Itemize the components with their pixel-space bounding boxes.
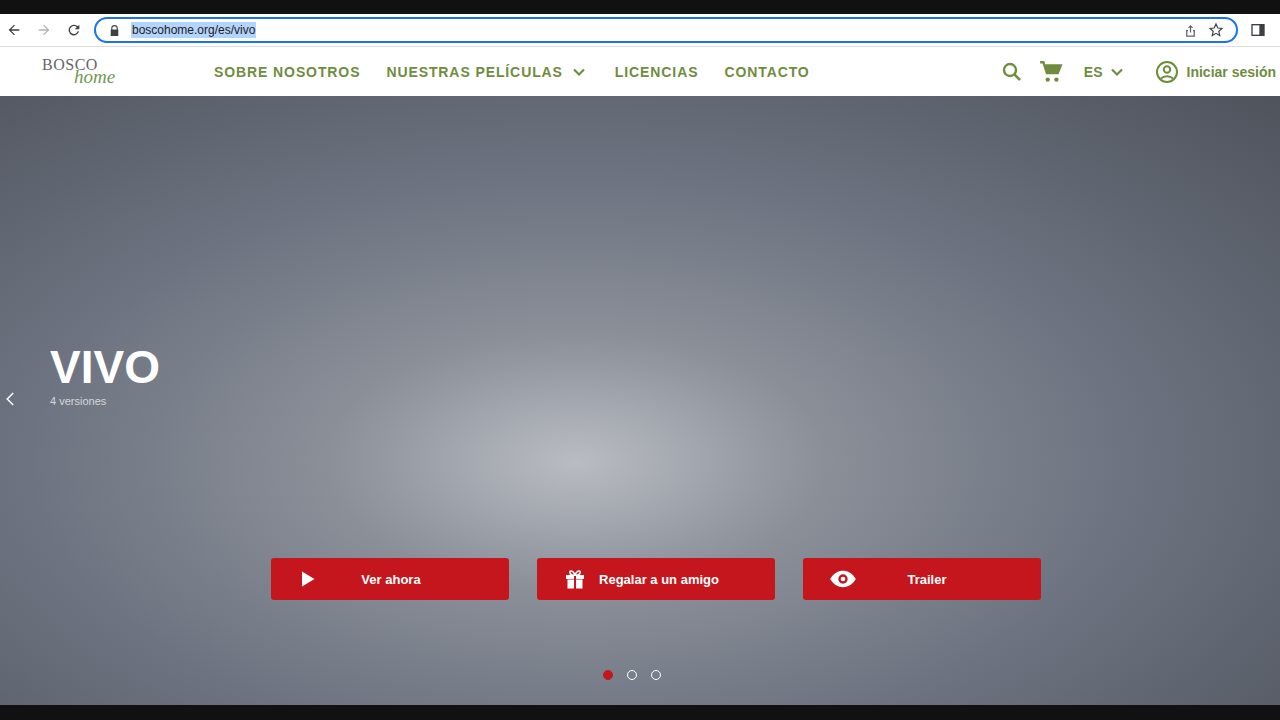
language-select[interactable]: ES — [1084, 62, 1127, 82]
cart-icon[interactable] — [1038, 59, 1064, 85]
sidebar-icon[interactable] — [1250, 22, 1266, 38]
window-bottom-strip — [0, 705, 1280, 720]
nav-item[interactable]: NUESTRAS PELÍCULAS — [386, 62, 588, 82]
nav-item[interactable]: CONTACTO — [724, 64, 809, 80]
hero-title: VIVO — [50, 342, 160, 393]
carousel-dots — [0, 670, 1280, 680]
url-text[interactable]: boscohome.org/es/vivo — [131, 22, 256, 38]
hero-subtitle: 4 versiones — [50, 395, 160, 407]
user-icon — [1155, 60, 1179, 84]
screen: boscohome.org/es/vivo BOSCO home SOBRE N… — [0, 0, 1280, 720]
carousel-dot[interactable] — [603, 670, 613, 680]
hero-buttons: Ver ahora Regalar a un amigo Trailer — [271, 558, 1041, 600]
login-link[interactable]: Iniciar sesión — [1155, 60, 1276, 84]
site-header: BOSCO home SOBRE NOSOTROS NUESTRAS PELÍC… — [0, 47, 1280, 96]
reload-icon[interactable] — [66, 22, 82, 38]
eye-icon — [829, 565, 857, 593]
hero-button[interactable]: Ver ahora — [271, 558, 509, 600]
browser-toolbar: boscohome.org/es/vivo — [0, 14, 1280, 47]
carousel-dot[interactable] — [651, 670, 661, 680]
address-bar[interactable]: boscohome.org/es/vivo — [94, 17, 1238, 43]
chevron-left-icon[interactable] — [2, 388, 20, 410]
share-icon[interactable] — [1183, 23, 1198, 38]
play-icon — [297, 569, 317, 589]
forward-arrow-icon[interactable] — [36, 22, 52, 38]
chevron-down-icon — [1107, 62, 1127, 82]
header-actions: ES Iniciar sesión — [1000, 59, 1276, 85]
lock-icon — [108, 24, 121, 37]
search-icon[interactable] — [1000, 60, 1024, 84]
nav-item[interactable]: SOBRE NOSOTROS — [214, 64, 360, 80]
carousel-dot[interactable] — [627, 670, 637, 680]
window-top-strip — [0, 0, 1280, 14]
hero-banner: VIVO 4 versiones Ver ahora Regalar a un … — [0, 96, 1280, 705]
main-nav: SOBRE NOSOTROS NUESTRAS PELÍCULAS LICENC… — [214, 62, 810, 82]
star-icon[interactable] — [1208, 22, 1224, 38]
hero-title-block: VIVO 4 versiones — [50, 342, 160, 407]
hero-photo — [0, 96, 1280, 705]
back-arrow-icon[interactable] — [6, 22, 22, 38]
gift-icon — [563, 567, 587, 591]
logo[interactable]: BOSCO home — [42, 57, 172, 86]
hero-button[interactable]: Regalar a un amigo — [537, 558, 775, 600]
logo-script: home — [74, 67, 172, 86]
hero-button[interactable]: Trailer — [803, 558, 1041, 600]
chevron-down-icon — [569, 62, 589, 82]
nav-item[interactable]: LICENCIAS — [615, 64, 699, 80]
